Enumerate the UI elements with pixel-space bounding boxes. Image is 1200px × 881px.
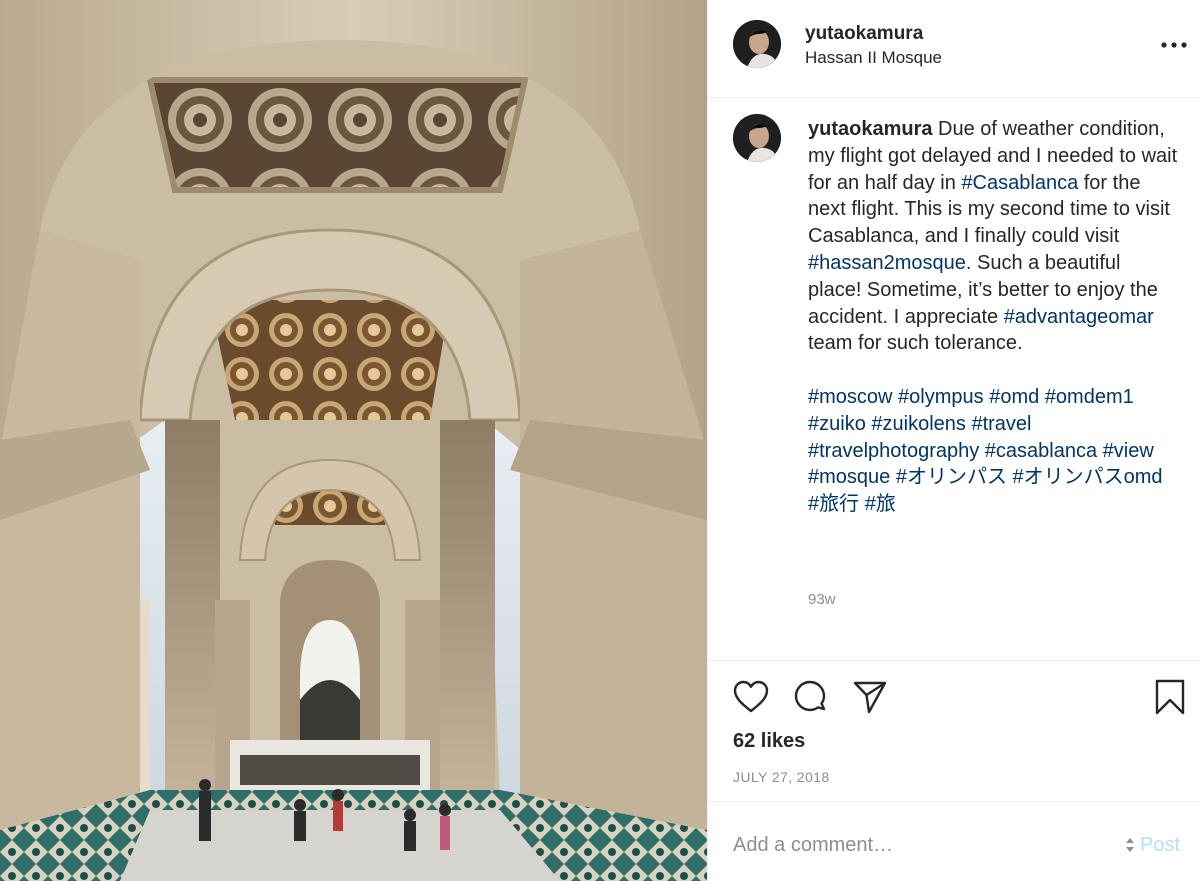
heart-icon[interactable] — [732, 678, 770, 716]
avatar[interactable] — [733, 20, 781, 68]
hashtag-link[interactable]: #travelphotography — [808, 440, 979, 462]
caption-timestamp[interactable]: 93w — [808, 591, 836, 608]
paper-plane-icon[interactable] — [851, 678, 889, 716]
profile-photo — [733, 114, 781, 162]
bookmark-icon[interactable] — [1151, 678, 1189, 716]
hashtag-link[interactable]: #オリンパスomd — [1013, 466, 1163, 488]
header-location[interactable]: Hassan II Mosque — [805, 48, 942, 68]
header-username[interactable]: yutaokamura — [805, 23, 923, 45]
likes-count[interactable]: 62 likes — [733, 730, 805, 753]
comment-bubble-icon[interactable] — [791, 678, 829, 716]
hashtag-link[interactable]: #mosque — [808, 466, 890, 488]
caption-username[interactable]: yutaokamura — [808, 118, 933, 140]
chevron-updown-icon — [1126, 838, 1134, 852]
mosque-arches-image — [0, 0, 707, 881]
hashtag-link[interactable]: #casablanca — [985, 440, 1097, 462]
more-options-icon[interactable] — [1159, 35, 1189, 55]
hashtag-link[interactable]: #moscow — [808, 386, 892, 408]
hashtag-link[interactable]: #旅 — [865, 493, 896, 515]
post-header: yutaokamura Hassan II Mosque — [708, 0, 1200, 98]
hashtag-link[interactable]: #travel — [971, 413, 1031, 435]
post-photo[interactable] — [0, 0, 707, 881]
caption-text: team for such tolerance. — [808, 332, 1023, 355]
post-caption: yutaokamura Due of weather condition, my… — [808, 116, 1178, 518]
hashtag-link[interactable]: #Casablanca — [961, 172, 1078, 194]
hashtag-link[interactable]: #hassan2mosque — [808, 252, 966, 274]
hashtag-link[interactable]: #オリンパス — [896, 466, 1007, 488]
post-actions: 62 likes JULY 27, 2018 — [708, 660, 1200, 801]
hashtag-link[interactable]: #olympus — [898, 386, 984, 408]
profile-photo — [733, 20, 781, 68]
hashtag-link[interactable]: #zuikolens — [871, 413, 966, 435]
hashtag-link[interactable]: #zuiko — [808, 413, 866, 435]
post-button-label: Post — [1140, 833, 1181, 856]
post-comment-button[interactable]: Post — [1124, 832, 1194, 858]
hashtag-link[interactable]: #omd — [989, 386, 1039, 408]
comment-input[interactable] — [733, 830, 1113, 860]
hashtag-link[interactable]: #omdem1 — [1045, 386, 1134, 408]
post-date[interactable]: JULY 27, 2018 — [733, 769, 830, 785]
comment-bar: Post — [708, 801, 1200, 881]
hashtag-link[interactable]: #旅行 — [808, 493, 859, 515]
caption-section: yutaokamura Due of weather condition, my… — [708, 98, 1200, 660]
hashtag-link[interactable]: #view — [1103, 440, 1154, 462]
post-detail-panel: yutaokamura Hassan II Mosque yutaokamura… — [707, 0, 1200, 881]
hashtag-link[interactable]: #advantageomar — [1004, 306, 1154, 328]
caption-avatar[interactable] — [733, 114, 781, 162]
